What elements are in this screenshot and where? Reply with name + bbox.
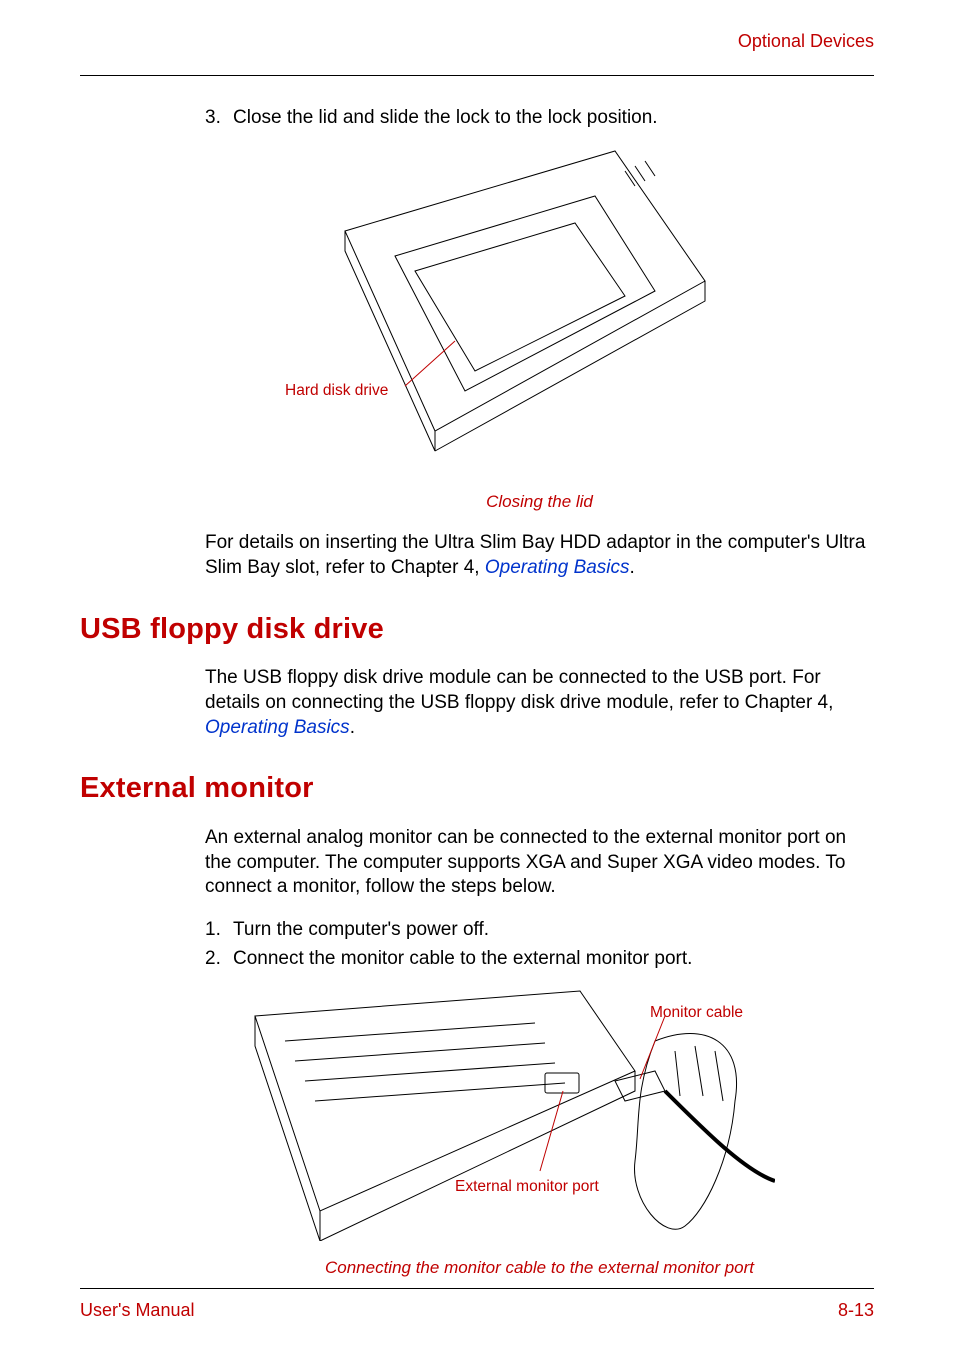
ext-step-2-text: Connect the monitor cable to the externa… — [233, 947, 874, 972]
step-3-row: 3. Close the lid and slide the lock to t… — [205, 106, 874, 131]
para-usb-floppy-suffix: . — [350, 717, 355, 738]
heading-usb-floppy: USB floppy disk drive — [80, 611, 874, 649]
figure-label-monitor-cable: Monitor cable — [650, 1003, 743, 1023]
header-section-label: Optional Devices — [80, 30, 874, 53]
figure-caption-closing-lid: Closing the lid — [205, 491, 874, 513]
footer-left: User's Manual — [80, 1299, 194, 1322]
para-usb-floppy-prefix: The USB floppy disk drive module can be … — [205, 667, 833, 713]
step-3-number: 3. — [205, 106, 233, 131]
ext-step-1-number: 1. — [205, 918, 233, 943]
figure-label-monitor-port: External monitor port — [455, 1177, 599, 1197]
footer-right: 8-13 — [838, 1299, 874, 1322]
page-footer: User's Manual 8-13 — [80, 1288, 874, 1322]
figure-caption-connecting-monitor: Connecting the monitor cable to the exte… — [205, 1257, 874, 1279]
ext-step-2-row: 2. Connect the monitor cable to the exte… — [205, 947, 874, 972]
step-3-text: Close the lid and slide the lock to the … — [233, 106, 874, 131]
footer-rule — [80, 1288, 874, 1289]
header-rule — [80, 75, 874, 76]
figure-closing-lid: Hard disk drive — [205, 141, 874, 481]
link-operating-basics-1[interactable]: Operating Basics — [485, 557, 630, 578]
ext-step-2-number: 2. — [205, 947, 233, 972]
para-usb-floppy: The USB floppy disk drive module can be … — [205, 666, 874, 740]
figure-label-hdd: Hard disk drive — [285, 381, 388, 401]
figure-connecting-monitor: Monitor cable External monitor port — [205, 981, 874, 1251]
link-operating-basics-2[interactable]: Operating Basics — [205, 717, 350, 738]
para-ultra-slim: For details on inserting the Ultra Slim … — [205, 531, 874, 580]
heading-external-monitor: External monitor — [80, 770, 874, 808]
ext-step-1-row: 1. Turn the computer's power off. — [205, 918, 874, 943]
para-ultra-slim-suffix: . — [630, 557, 635, 578]
para-external-monitor: An external analog monitor can be connec… — [205, 826, 874, 900]
ext-step-1-text: Turn the computer's power off. — [233, 918, 874, 943]
